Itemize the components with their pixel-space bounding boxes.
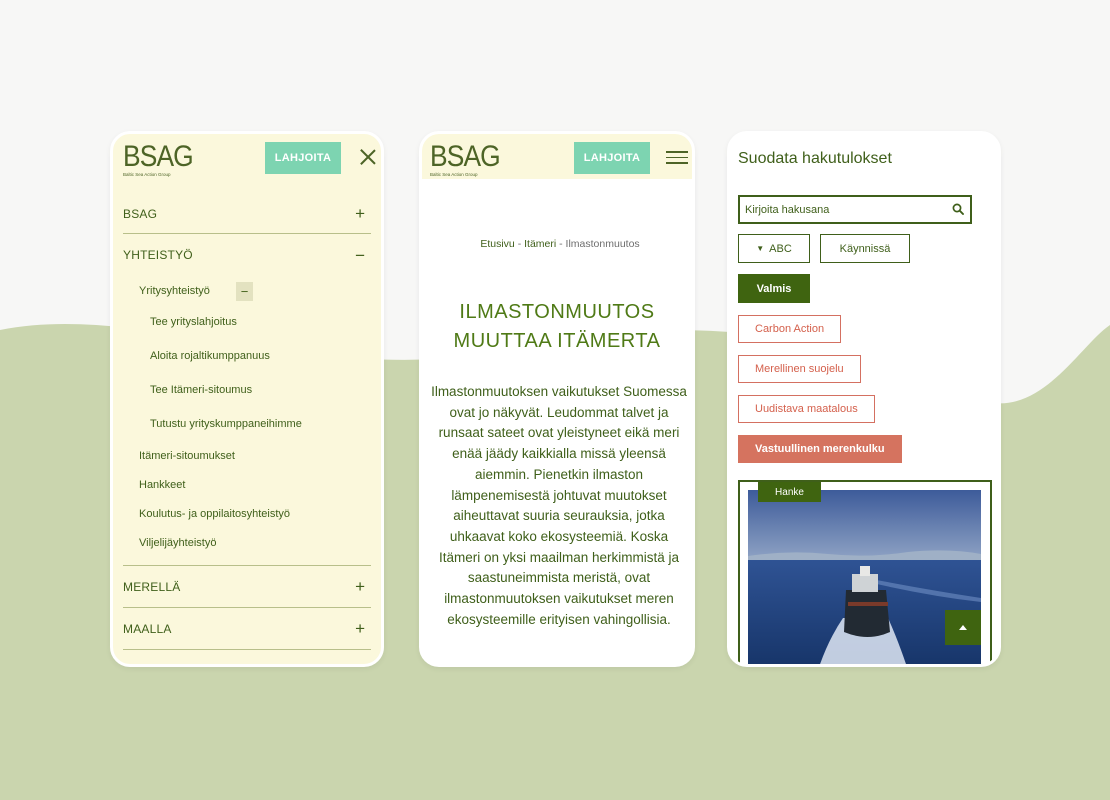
sort-abc-button[interactable]: ▼ ABC [738,234,810,263]
menu-item-label: MERELLÄ [123,579,181,594]
submenu-item-label: Yritysyhteistyö [139,284,210,297]
bsag-logo[interactable]: BSAG Baltic Sea Action Group [430,140,501,178]
search-input[interactable] [745,203,945,216]
card-badge: Hanke [758,482,821,502]
tag-merellinen-suojelu[interactable]: Merellinen suojelu [738,355,861,383]
title-line: ILMASTONMUUTOS [459,301,655,323]
submenu-item-sitoumus[interactable]: Tee Itämeri-sitoumus [123,373,371,407]
filter-screen: Suodata hakutulokset ▼ ABC Käynnissä Val… [727,131,1001,667]
filter-done-button[interactable]: Valmis [738,274,810,303]
arrow-up-icon[interactable] [945,610,981,645]
menu-item-bsag[interactable]: BSAG + [123,194,371,234]
expand-icon[interactable]: + [355,578,365,595]
submenu-item-yrityskumppanit[interactable]: Tutustu yrityskumppaneihimme [123,407,371,441]
search-icon[interactable] [952,203,964,215]
menu-item-label: MAALLA [123,621,172,636]
submenu-item-yritysyhteistyo[interactable]: Yritysyhteistyö − [123,276,371,305]
breadcrumb-current: Ilmastonmuutos [565,238,640,250]
menu-item-merella[interactable]: MERELLÄ + [123,566,371,608]
main-menu: BSAG + YHTEISTYÖ − Yritysyhteistyö − Tee… [113,194,381,650]
menu-item-maalla[interactable]: MAALLA + [123,608,371,650]
article-body: Ilmastonmuutoksen vaikutukset Suomessa o… [431,384,687,627]
breadcrumb-separator: - [559,238,563,250]
logo-text: BSAG [430,140,501,173]
tag-uudistava-maatalous[interactable]: Uudistava maatalous [738,395,875,423]
title-line: MUUTTAA ITÄMERTA [453,330,661,352]
caret-down-icon: ▼ [756,244,765,253]
collapse-icon[interactable]: − [355,247,365,264]
menu-item-yhteistyo[interactable]: YHTEISTYÖ − [123,234,371,276]
breadcrumb-home[interactable]: Etusivu [480,238,514,250]
submenu-item-rojaltikumppanuus[interactable]: Aloita rojaltikumppanuus [123,339,371,373]
collapse-icon[interactable]: − [236,282,253,301]
submenu-item-viljelija[interactable]: Viljelijäyhteistyö [123,528,371,557]
submenu-item-yrityslahjoitus[interactable]: Tee yrityslahjoitus [123,305,371,339]
expand-icon[interactable]: + [355,620,365,637]
donate-button[interactable]: LAHJOITA [574,142,650,174]
site-header: BSAG Baltic Sea Action Group LAHJOITA [422,134,692,179]
filter-ongoing-button[interactable]: Käynnissä [820,234,910,263]
bsag-logo[interactable]: BSAG Baltic Sea Action Group [123,140,194,178]
menu-screen: BSAG Baltic Sea Action Group LAHJOITA BS… [110,131,384,667]
sort-label: ABC [769,242,792,255]
article-screen: BSAG Baltic Sea Action Group LAHJOITA Et… [419,131,695,667]
submenu-item-koulutus[interactable]: Koulutus- ja oppilaitosyhteistyö [123,499,371,528]
submenu-yhteistyo: Yritysyhteistyö − Tee yrityslahjoitus Al… [123,276,371,566]
filter-title: Suodata hakutulokset [738,150,892,167]
menu-item-label: YHTEISTYÖ [123,248,193,262]
hamburger-icon[interactable] [666,151,688,165]
breadcrumb-separator: - [517,238,522,250]
page-title: ILMASTONMUUTOS MUUTTAA ITÄMERTA [422,298,692,356]
breadcrumb: Etusivu - Itämeri - Ilmastonmuutos [422,238,692,250]
search-field[interactable] [738,195,972,224]
project-card[interactable]: Hanke [738,480,992,664]
tag-carbon-action[interactable]: Carbon Action [738,315,842,343]
logo-text: BSAG [123,140,194,173]
menu-item-label: BSAG [123,206,158,221]
close-icon[interactable] [359,148,377,166]
breadcrumb-section[interactable]: Itämeri [524,238,556,250]
submenu-item-itameri-sitoumukset[interactable]: Itämeri-sitoumukset [123,441,371,470]
expand-icon[interactable]: + [355,205,365,222]
donate-button[interactable]: LAHJOITA [265,142,341,174]
tag-vastuullinen-merenkulku[interactable]: Vastuullinen merenkulku [738,435,902,463]
submenu-item-hankkeet[interactable]: Hankkeet [123,470,371,499]
